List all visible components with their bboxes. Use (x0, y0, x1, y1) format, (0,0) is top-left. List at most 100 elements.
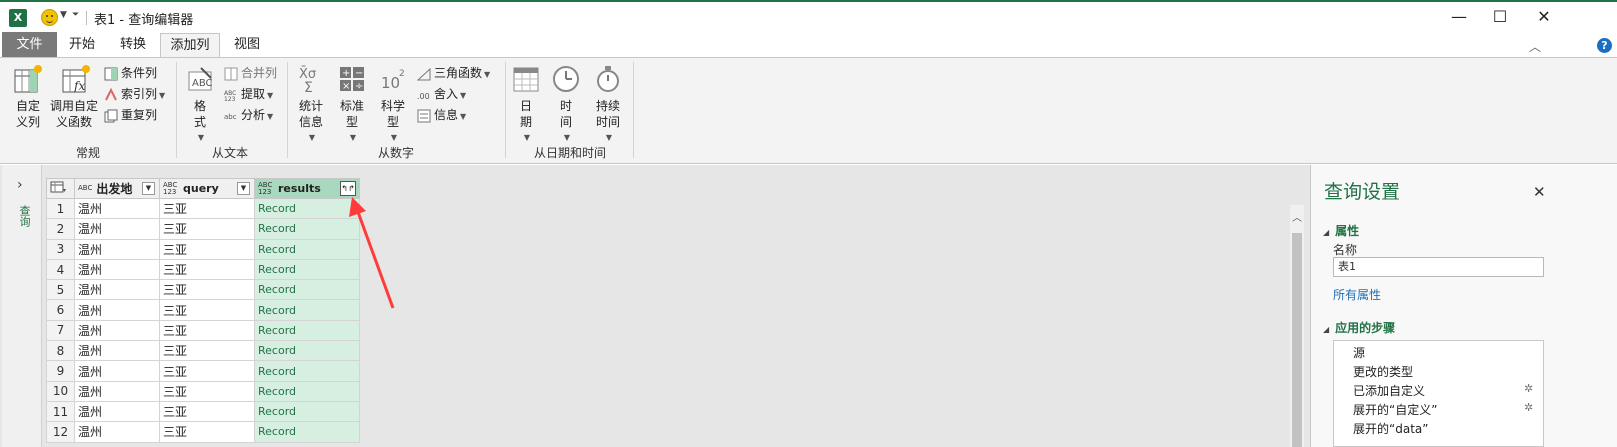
query-name-input[interactable]: 表1 (1333, 257, 1544, 277)
expand-queries-icon[interactable]: › (17, 177, 23, 193)
scroll-thumb[interactable] (1292, 233, 1302, 447)
record-link-cell[interactable]: Record (254, 400, 360, 423)
custom-column-label-1: 自定 (15, 99, 40, 113)
time-label-1: 时 (559, 99, 572, 113)
scroll-up-icon[interactable]: ︿ (1290, 209, 1304, 224)
conditional-column-icon (104, 67, 118, 80)
step-expanded-data[interactable]: 展开的“data” (1353, 420, 1428, 437)
column-header-results[interactable]: ABC 123 results ↰↱ (254, 178, 360, 199)
query-cell: 三亚 (159, 421, 255, 443)
statistics-button[interactable]: X̄σ Σ 统计 信息 ▼ (293, 64, 329, 146)
standard-label-2: 型 ▼ (345, 115, 358, 142)
applied-steps-section[interactable]: ◢ 应用的步骤 (1323, 319, 1395, 336)
table-row[interactable]: 8 温州 三亚 Record (46, 340, 360, 362)
table-row[interactable]: 2 温州 三亚 Record (46, 218, 360, 240)
table-row[interactable]: 4 温州 三亚 Record (46, 258, 360, 281)
column-header-query[interactable]: ABC 123 query ▼ (159, 178, 255, 199)
trigonometry-button[interactable]: 三角函数 ▼ (417, 64, 490, 82)
expand-column-icon[interactable]: ↰↱ (340, 181, 356, 196)
ribbon-separator (505, 62, 506, 158)
record-link-cell[interactable]: Record (254, 360, 360, 382)
svg-text:÷: ÷ (355, 81, 363, 92)
parse-icon: abc (224, 113, 237, 121)
statistics-icon: X̄σ Σ (299, 67, 316, 94)
scientific-button[interactable]: 10 2 科学 型 ▼ (375, 64, 411, 146)
tab-home[interactable]: 开始 (62, 33, 102, 58)
index-column-button[interactable]: 索引列 ▼ (104, 85, 165, 103)
qat-dropdown-icon[interactable]: ▼ (60, 10, 67, 20)
table-row[interactable]: 5 温州 三亚 Record (46, 279, 360, 301)
custom-column-button[interactable]: 自定 义列 (8, 64, 48, 130)
record-link-cell[interactable]: Record (254, 197, 360, 220)
table-row[interactable]: 9 温州 三亚 Record (46, 360, 360, 382)
vertical-scrollbar[interactable]: ︿ (1290, 205, 1304, 447)
format-button[interactable]: ABC 格 式 ▼ (182, 64, 218, 146)
properties-section[interactable]: ◢ 属性 (1323, 222, 1359, 239)
record-link-cell[interactable]: Record (254, 258, 360, 281)
svg-text:abc: abc (224, 113, 237, 121)
record-link-cell[interactable]: Record (254, 340, 360, 362)
column-header-from[interactable]: ABC 出发地 ▼ (74, 178, 160, 199)
parse-button[interactable]: abc 分析 ▼ (224, 106, 273, 124)
filter-dropdown-icon[interactable]: ▼ (237, 182, 250, 195)
record-link-cell[interactable]: Record (254, 279, 360, 301)
record-link-cell[interactable]: Record (254, 421, 360, 443)
filter-dropdown-icon[interactable]: ▼ (142, 182, 155, 195)
minimize-button[interactable]: — (1436, 2, 1482, 32)
duplicate-column-button[interactable]: 重复列 (104, 106, 157, 124)
svg-text:−: − (355, 68, 363, 79)
invoke-custom-function-button[interactable]: fx 调用自定 义函数 (48, 64, 100, 130)
record-link-cell[interactable]: Record (254, 380, 360, 402)
customize-qat-icon[interactable]: ⏷ (72, 10, 79, 20)
close-pane-icon[interactable]: ✕ (1533, 183, 1546, 201)
group-label-from-datetime: 从日期和时间 (533, 146, 606, 160)
applied-steps-label: 应用的步骤 (1335, 321, 1396, 335)
table-menu-button[interactable]: ▾ (46, 178, 75, 199)
tab-add-column[interactable]: 添加列 (160, 33, 220, 58)
queries-nav-label[interactable]: 查询 (16, 205, 32, 227)
step-source[interactable]: 源 (1353, 344, 1365, 361)
step-settings-gear-icon[interactable]: ✲ (1524, 382, 1533, 395)
collapse-triangle-icon: ◢ (1323, 228, 1330, 237)
table-row[interactable]: 11 温州 三亚 Record (46, 400, 360, 423)
help-icon[interactable]: ? (1597, 38, 1612, 53)
collapse-ribbon-icon[interactable]: ︿ (1529, 38, 1541, 55)
time-button[interactable]: 时 间 ▼ (550, 64, 582, 146)
from-cell: 温州 (74, 400, 160, 423)
table-row[interactable]: 10 温州 三亚 Record (46, 380, 360, 402)
conditional-column-label: 条件列 (121, 66, 158, 80)
information-button[interactable]: 信息 ▼ (417, 106, 466, 124)
scientific-label-1: 科学 (380, 99, 405, 113)
close-button[interactable]: ✕ (1521, 2, 1567, 32)
maximize-button[interactable]: ☐ (1477, 2, 1523, 32)
extract-button[interactable]: ABC 123 提取 ▼ (224, 85, 273, 103)
rounding-button[interactable]: .00 舍入 ▼ (417, 85, 466, 103)
record-link-cell[interactable]: Record (254, 218, 360, 240)
record-link-cell[interactable]: Record (254, 319, 360, 342)
tab-transform[interactable]: 转换 (112, 33, 154, 58)
step-changed-type[interactable]: 更改的类型 (1353, 363, 1413, 380)
table-row[interactable]: 3 温州 三亚 Record (46, 238, 360, 260)
step-expanded-custom[interactable]: 展开的“自定义” (1353, 401, 1437, 418)
tab-view[interactable]: 视图 (226, 33, 268, 58)
table-row[interactable]: 7 温州 三亚 Record (46, 319, 360, 342)
step-settings-gear-icon[interactable]: ✲ (1524, 401, 1533, 414)
standard-button[interactable]: + − × ÷ 标准 型 ▼ (334, 64, 370, 146)
date-button[interactable]: 日 期 ▼ (510, 64, 542, 146)
table-row[interactable]: 6 温州 三亚 Record (46, 299, 360, 321)
conditional-column-button[interactable]: 条件列 (104, 64, 157, 82)
smiley-feedback-icon[interactable] (41, 9, 58, 26)
all-properties-link[interactable]: 所有属性 (1333, 286, 1381, 303)
statistics-label-1: 统计 (298, 99, 323, 113)
svg-text:+: + (342, 68, 350, 79)
duration-button[interactable]: 持续 时间 ▼ (588, 64, 628, 146)
index-column-icon (105, 87, 117, 100)
table-row[interactable]: 12 温州 三亚 Record (46, 421, 360, 443)
record-link-cell[interactable]: Record (254, 299, 360, 321)
merge-columns-button[interactable]: 合并列 (224, 64, 277, 82)
excel-app-icon: X (9, 9, 27, 27)
step-added-custom[interactable]: 已添加自定义 (1353, 382, 1425, 399)
tab-file[interactable]: 文件 (2, 32, 57, 58)
table-row[interactable]: 1 温州 三亚 Record (46, 197, 360, 220)
record-link-cell[interactable]: Record (254, 238, 360, 260)
